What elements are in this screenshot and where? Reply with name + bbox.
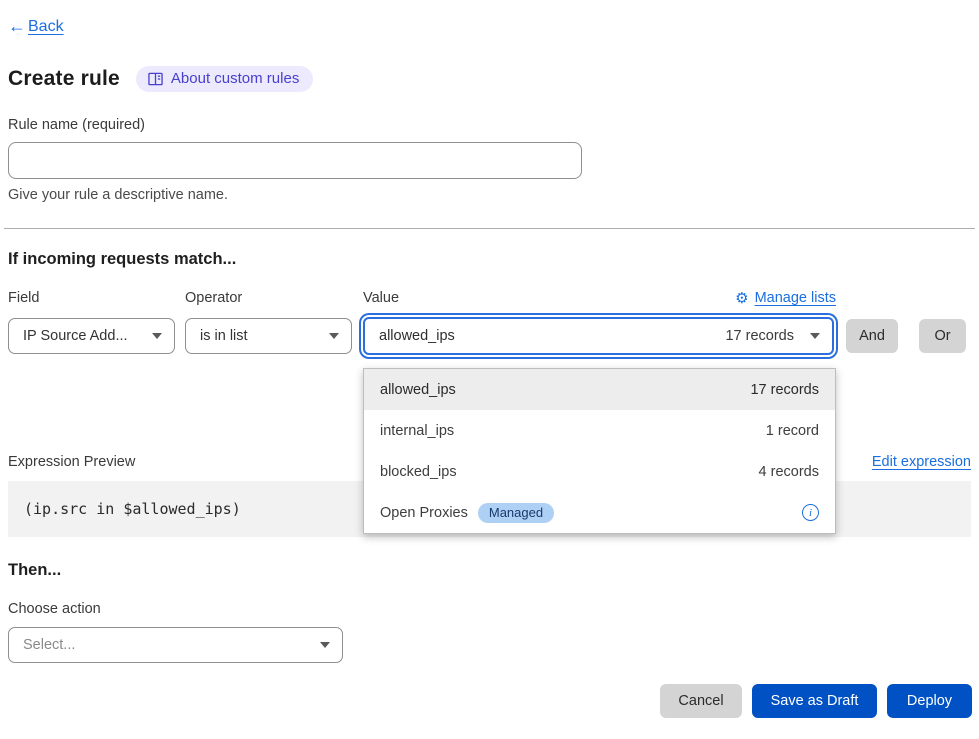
chevron-down-icon xyxy=(810,333,820,339)
choose-action-label: Choose action xyxy=(8,601,101,617)
operator-select[interactable]: is in list xyxy=(185,318,352,354)
expression-preview-label: Expression Preview xyxy=(8,454,135,470)
value-select-selected: allowed_ips xyxy=(379,328,455,344)
rule-name-helper-text: Give your rule a descriptive name. xyxy=(8,187,228,203)
match-section-heading: If incoming requests match... xyxy=(8,250,236,269)
field-select-value: IP Source Add... xyxy=(23,328,128,344)
list-item-open-proxies[interactable]: Open Proxies Managed i xyxy=(364,492,835,533)
save-as-draft-button[interactable]: Save as Draft xyxy=(752,684,877,718)
value-dropdown-menu: allowed_ips 17 records internal_ips 1 re… xyxy=(363,368,836,534)
back-link-label: Back xyxy=(28,18,64,36)
list-item-name: allowed_ips xyxy=(380,382,456,398)
chevron-down-icon xyxy=(329,333,339,339)
back-arrow-icon: ← xyxy=(8,16,26,37)
operator-label: Operator xyxy=(185,290,242,306)
info-icon[interactable]: i xyxy=(802,504,819,521)
list-item-internal-ips[interactable]: internal_ips 1 record xyxy=(364,410,835,451)
and-button[interactable]: And xyxy=(846,319,898,353)
list-item-name: Open Proxies xyxy=(380,505,468,521)
then-section-heading: Then... xyxy=(8,561,61,580)
list-item-records: 17 records xyxy=(750,382,819,398)
list-item-name: blocked_ips xyxy=(380,464,457,480)
section-divider xyxy=(4,228,975,229)
or-button[interactable]: Or xyxy=(919,319,966,353)
chevron-down-icon xyxy=(152,333,162,339)
rule-name-input[interactable] xyxy=(8,142,582,179)
back-link[interactable]: ← Back xyxy=(8,16,64,37)
cancel-button[interactable]: Cancel xyxy=(660,684,742,718)
list-item-records: 1 record xyxy=(766,423,819,439)
rule-name-label: Rule name (required) xyxy=(8,117,145,133)
operator-select-value: is in list xyxy=(200,328,248,344)
page-title: Create rule xyxy=(8,67,120,91)
field-select[interactable]: IP Source Add... xyxy=(8,318,175,354)
expression-code: (ip.src in $allowed_ips) xyxy=(24,500,241,518)
edit-expression-link[interactable]: Edit expression xyxy=(872,454,971,470)
create-rule-page: ← Back Create rule About custom rules Ru… xyxy=(0,0,979,739)
field-label: Field xyxy=(8,290,39,306)
list-item-blocked-ips[interactable]: blocked_ips 4 records xyxy=(364,451,835,492)
value-select-records: 17 records xyxy=(725,328,794,344)
chevron-down-icon xyxy=(320,642,330,648)
deploy-button[interactable]: Deploy xyxy=(887,684,972,718)
gear-icon: ⚙ xyxy=(735,289,748,307)
value-select[interactable]: allowed_ips 17 records xyxy=(363,317,834,355)
action-select[interactable]: Select... xyxy=(8,627,343,663)
list-item-name: internal_ips xyxy=(380,423,454,439)
title-row: Create rule About custom rules xyxy=(8,66,313,92)
managed-badge: Managed xyxy=(478,503,554,523)
manage-lists-link[interactable]: ⚙ Manage lists xyxy=(363,289,836,307)
book-icon xyxy=(148,72,163,86)
manage-lists-label: Manage lists xyxy=(755,290,836,306)
list-item-allowed-ips[interactable]: allowed_ips 17 records xyxy=(364,369,835,410)
list-item-records: 4 records xyxy=(759,464,819,480)
about-custom-rules-link[interactable]: About custom rules xyxy=(136,66,313,92)
action-select-placeholder: Select... xyxy=(23,637,75,653)
about-custom-rules-label: About custom rules xyxy=(171,70,299,87)
